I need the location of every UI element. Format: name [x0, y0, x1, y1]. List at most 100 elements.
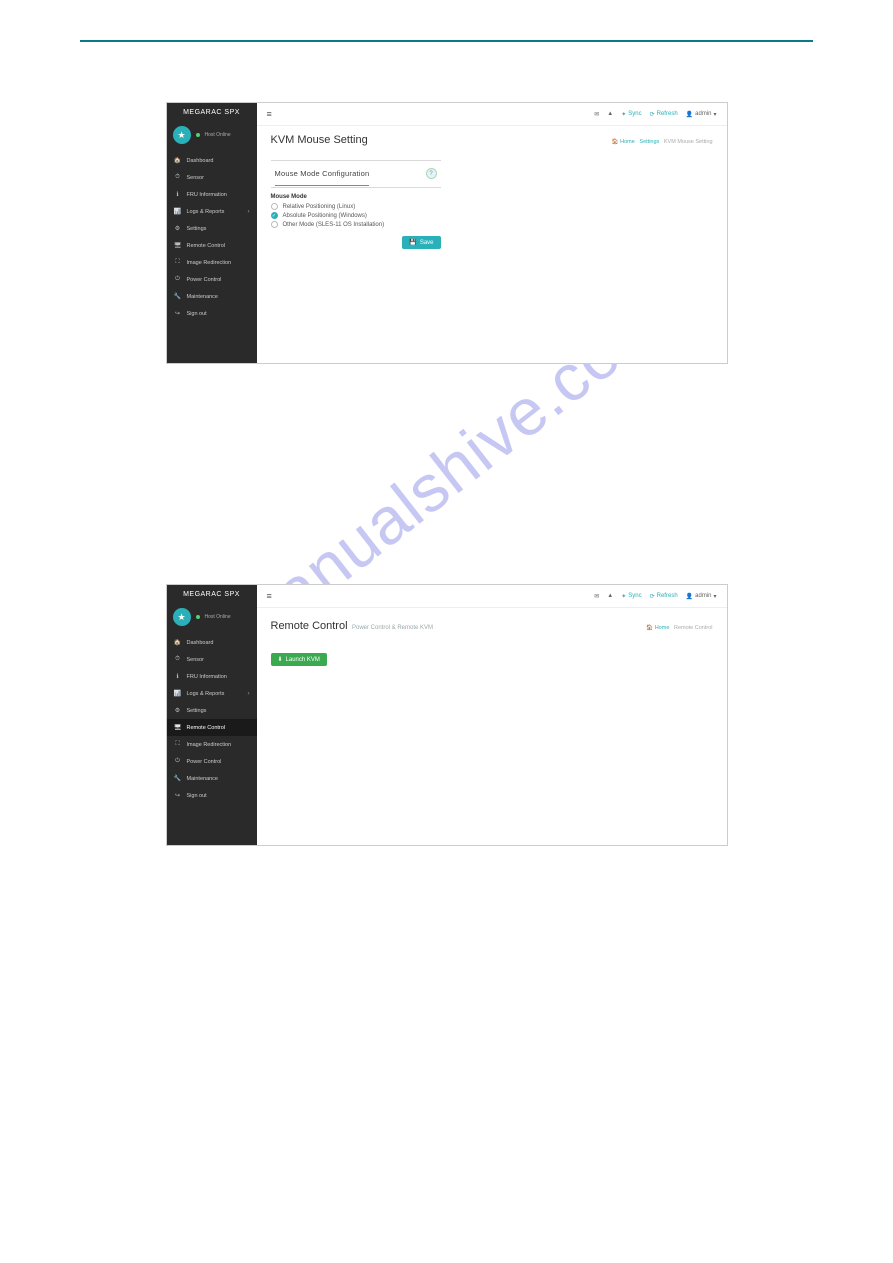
page-header: Remote Control Power Control & Remote KV…	[257, 608, 727, 642]
main-panel: ≡ ✉ ▲ ✦ Sync ⟳ Refresh 👤 admin ▾ Remote …	[257, 585, 727, 845]
spacer	[80, 404, 813, 584]
menu-label: Remote Control	[187, 243, 226, 249]
monitor-icon: 🖥	[174, 724, 182, 731]
sidebar-item-signout[interactable]: ↪ Sign out	[167, 305, 257, 322]
user-menu[interactable]: 👤 admin ▾	[686, 593, 717, 600]
menu-label: Maintenance	[187, 776, 219, 782]
top-rule	[80, 40, 813, 42]
info-icon: ℹ	[174, 673, 182, 680]
save-icon: 💾	[409, 239, 416, 246]
user-label: admin	[695, 111, 711, 117]
option-absolute[interactable]: Absolute Positioning (Windows)	[271, 212, 441, 219]
sidebar-item-image-redirect[interactable]: ⛶Image Redirection	[167, 254, 257, 271]
menu-label: Sign out	[187, 311, 207, 317]
refresh-icon: ⟳	[650, 111, 655, 118]
sync-button[interactable]: ✦ Sync	[621, 593, 641, 600]
hamburger-icon[interactable]: ≡	[267, 109, 272, 119]
crumb-current: KVM Mouse Setting	[664, 139, 713, 145]
warning-icon[interactable]: ▲	[607, 593, 613, 599]
sidebar-item-power[interactable]: ⏻Power Control	[167, 753, 257, 770]
option-relative[interactable]: Relative Positioning (Linux)	[271, 203, 441, 210]
sidebar-item-image-redirect[interactable]: ⛶Image Redirection	[167, 736, 257, 753]
sidebar-item-sensor[interactable]: ⏱Sensor	[167, 169, 257, 186]
refresh-button[interactable]: ⟳ Refresh	[650, 593, 678, 600]
menu-label: Sign out	[187, 793, 207, 799]
online-dot-icon	[196, 133, 200, 137]
sidebar: MEGARAC SPX ★ Host Online 🏠Dashboard ⏱Se…	[167, 585, 257, 845]
logo: MEGARAC SPX	[167, 585, 257, 604]
sidebar-item-power[interactable]: ⏻ Power Control	[167, 271, 257, 288]
chevron-right-icon: ›	[248, 691, 250, 697]
sidebar-menu: 🏠 Dashboard ⏱Sensor ℹFRU Information 📊Log…	[167, 634, 257, 804]
sidebar-item-maintenance[interactable]: 🔧Maintenance	[167, 288, 257, 305]
warning-icon[interactable]: ▲	[607, 111, 613, 117]
launch-kvm-button[interactable]: ⬇Launch KVM	[271, 653, 327, 666]
caret-down-icon: ▾	[713, 593, 716, 600]
option-label: Absolute Positioning (Windows)	[283, 213, 367, 219]
option-label: Other Mode (SLES-11 OS Installation)	[283, 222, 385, 228]
mouse-mode-card: Mouse Mode Configuration ? Mouse Mode Re…	[271, 160, 441, 249]
gear-icon: ⚙	[174, 707, 182, 714]
home-icon: 🏠	[174, 157, 182, 164]
mail-icon[interactable]: ✉	[594, 593, 599, 600]
radio-icon	[271, 221, 278, 228]
main-panel: ≡ ✉ ▲ ✦ Sync ⟳ Refresh 👤 admin ▾ KVM Mou…	[257, 103, 727, 363]
menu-label: Sensor	[187, 657, 204, 663]
topbar: ≡ ✉ ▲ ✦ Sync ⟳ Refresh 👤 admin ▾	[257, 103, 727, 126]
card-title: Mouse Mode Configuration	[275, 169, 370, 186]
wrench-icon: 🔧	[174, 775, 182, 782]
sidebar-item-dashboard[interactable]: 🏠 Dashboard	[167, 634, 257, 651]
user-icon: 👤	[686, 593, 693, 600]
save-button[interactable]: 💾Save	[402, 236, 440, 249]
menu-label: Remote Control	[187, 725, 226, 731]
gear-icon: ⚙	[174, 225, 182, 232]
launch-label: Launch KVM	[286, 657, 320, 663]
sidebar-item-settings[interactable]: ⚙Settings	[167, 702, 257, 719]
signout-icon: ↪	[174, 310, 182, 317]
menu-label: Power Control	[187, 759, 222, 765]
menu-label: Dashboard	[187, 158, 214, 164]
screenshot-kvm-mouse: MEGARAC SPX ★ Host Online 🏠Dashboard ⏱Se…	[166, 102, 728, 364]
content: ⬇Launch KVM	[257, 642, 727, 682]
sync-label: Sync	[628, 593, 641, 599]
user-icon: 👤	[686, 111, 693, 118]
form-label: Mouse Mode	[271, 194, 441, 200]
sidebar-item-fru[interactable]: ℹFRU Information	[167, 186, 257, 203]
sidebar-item-logs[interactable]: 📊Logs & Reports›	[167, 685, 257, 702]
refresh-icon: ⟳	[650, 593, 655, 600]
power-icon: ⏻	[174, 276, 182, 283]
topbar: ≡ ✉ ▲ ✦ Sync ⟳ Refresh 👤 admin ▾	[257, 585, 727, 608]
chart-icon: 📊	[174, 208, 182, 215]
menu-label: Dashboard	[187, 640, 214, 646]
chart-icon: 📊	[174, 690, 182, 697]
sidebar-item-signout[interactable]: ↪Sign out	[167, 787, 257, 804]
mail-icon[interactable]: ✉	[594, 111, 599, 118]
host-status: ★ Host Online	[167, 122, 257, 148]
sidebar-item-remote[interactable]: 🖥 Remote Control	[167, 719, 257, 736]
user-menu[interactable]: 👤 admin ▾	[686, 111, 717, 118]
help-icon[interactable]: ?	[426, 168, 437, 179]
sidebar-item-settings[interactable]: ⚙Settings	[167, 220, 257, 237]
menu-label: Power Control	[187, 277, 222, 283]
sidebar-item-fru[interactable]: ℹFRU Information	[167, 668, 257, 685]
hamburger-icon[interactable]: ≡	[267, 591, 272, 601]
sidebar-item-remote[interactable]: 🖥 Remote Control	[167, 237, 257, 254]
monitor-icon: 🖥	[174, 242, 182, 249]
sidebar-item-dashboard[interactable]: 🏠 Dashboard	[167, 152, 257, 169]
crumb-home[interactable]: Home	[655, 625, 670, 631]
refresh-button[interactable]: ⟳ Refresh	[650, 111, 678, 118]
star-icon: ★	[173, 608, 191, 626]
sidebar-item-sensor[interactable]: ⏱Sensor	[167, 651, 257, 668]
sync-button[interactable]: ✦ Sync	[621, 111, 641, 118]
home-icon: 🏠	[174, 639, 182, 646]
button-row: 💾Save	[271, 236, 441, 249]
crumb-home[interactable]: Home	[620, 139, 635, 145]
menu-label: Image Redirection	[187, 742, 232, 748]
sidebar-item-logs[interactable]: 📊Logs & Reports›	[167, 203, 257, 220]
option-other[interactable]: Other Mode (SLES-11 OS Installation)	[271, 221, 441, 228]
page-title: Remote Control	[271, 620, 348, 632]
sidebar-item-maintenance[interactable]: 🔧 Maintenance	[167, 770, 257, 787]
radio-checked-icon	[271, 212, 278, 219]
home-icon: 🏠	[612, 139, 619, 145]
crumb-settings[interactable]: Settings	[639, 139, 659, 145]
